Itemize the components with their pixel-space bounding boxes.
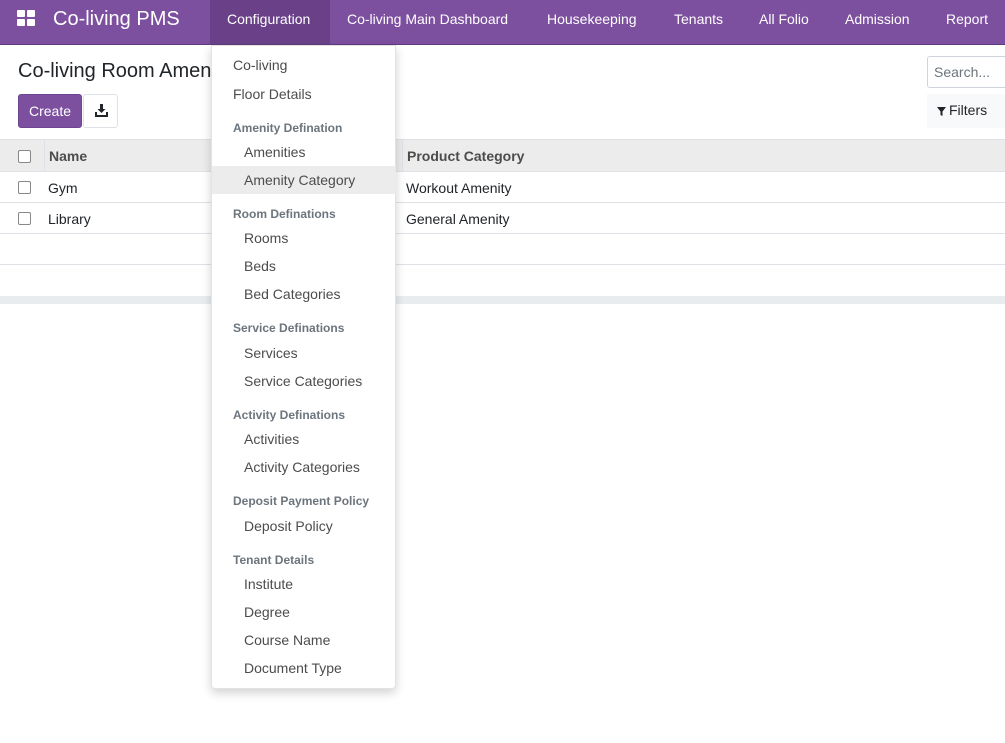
menu-section-room: Room Definations: [233, 207, 336, 221]
table-row[interactable]: Library General Amenity: [0, 203, 1005, 234]
download-icon: [95, 104, 108, 117]
column-divider: [402, 140, 403, 171]
menu-section-tenant: Tenant Details: [233, 553, 315, 567]
nav-configuration[interactable]: Configuration: [210, 0, 330, 44]
filters-label: Filters: [949, 102, 988, 118]
select-all-checkbox[interactable]: [18, 150, 31, 163]
export-button[interactable]: [83, 94, 118, 128]
menu-item-rooms[interactable]: Rooms: [212, 224, 396, 252]
menu-item-course-name[interactable]: Course Name: [212, 626, 396, 654]
nav-all-folio[interactable]: All Folio: [742, 0, 826, 44]
nav-main-dashboard[interactable]: Co-living Main Dashboard: [330, 0, 525, 44]
menu-section-deposit: Deposit Payment Policy: [233, 494, 370, 508]
apps-menu-icon[interactable]: [17, 10, 35, 26]
column-header-name[interactable]: Name: [49, 148, 87, 164]
create-button[interactable]: Create: [18, 94, 82, 128]
table-row[interactable]: Gym Workout Amenity: [0, 172, 1005, 203]
column-header-product-category[interactable]: Product Category: [407, 148, 524, 164]
menu-item-degree[interactable]: Degree: [212, 598, 396, 626]
filters-button[interactable]: Filters: [927, 94, 1005, 128]
menu-item-amenities[interactable]: Amenities: [212, 138, 396, 166]
row-checkbox[interactable]: [18, 181, 31, 194]
row-product-category: General Amenity: [406, 211, 510, 227]
menu-item-activities[interactable]: Activities: [212, 425, 396, 453]
menu-section-amenity: Amenity Defination: [233, 121, 343, 135]
nav-housekeeping[interactable]: Housekeeping: [530, 0, 654, 44]
table-header: Name Product Category: [0, 139, 1005, 172]
column-divider: [44, 140, 45, 171]
menu-item-floor-details[interactable]: Floor Details: [212, 80, 396, 108]
nav-admission[interactable]: Admission: [828, 0, 927, 44]
menu-item-services[interactable]: Services: [212, 339, 396, 367]
menu-item-service-categories[interactable]: Service Categories: [212, 367, 396, 395]
configuration-dropdown: Co-living Floor Details Amenity Definati…: [211, 45, 396, 689]
search-input[interactable]: [927, 56, 1005, 88]
menu-section-service: Service Definations: [233, 321, 345, 335]
top-navbar: Co-living PMS Configuration Co-living Ma…: [0, 0, 1005, 45]
row-product-category: Workout Amenity: [406, 180, 512, 196]
menu-item-bed-categories[interactable]: Bed Categories: [212, 280, 396, 308]
menu-item-amenity-category[interactable]: Amenity Category: [212, 166, 396, 194]
menu-item-beds[interactable]: Beds: [212, 252, 396, 280]
row-name: Gym: [48, 180, 78, 196]
empty-row: [0, 234, 1005, 265]
page-title: Co-living Room Amen: [18, 60, 212, 82]
filter-icon: [937, 107, 946, 116]
menu-item-institute[interactable]: Institute: [212, 570, 396, 598]
list-footer-bar: [0, 296, 1005, 304]
nav-report[interactable]: Report: [929, 0, 1005, 44]
menu-item-activity-categories[interactable]: Activity Categories: [212, 453, 396, 481]
app-brand[interactable]: Co-living PMS: [53, 8, 180, 31]
menu-item-deposit-policy[interactable]: Deposit Policy: [212, 512, 396, 540]
list-view: Name Product Category Gym Workout Amenit…: [0, 139, 1005, 304]
row-name: Library: [48, 211, 91, 227]
menu-item-co-living[interactable]: Co-living: [212, 51, 396, 79]
empty-row: [0, 265, 1005, 296]
menu-item-document-type[interactable]: Document Type: [212, 654, 396, 682]
nav-tenants[interactable]: Tenants: [657, 0, 740, 44]
menu-section-activity: Activity Definations: [233, 408, 346, 422]
row-checkbox[interactable]: [18, 212, 31, 225]
